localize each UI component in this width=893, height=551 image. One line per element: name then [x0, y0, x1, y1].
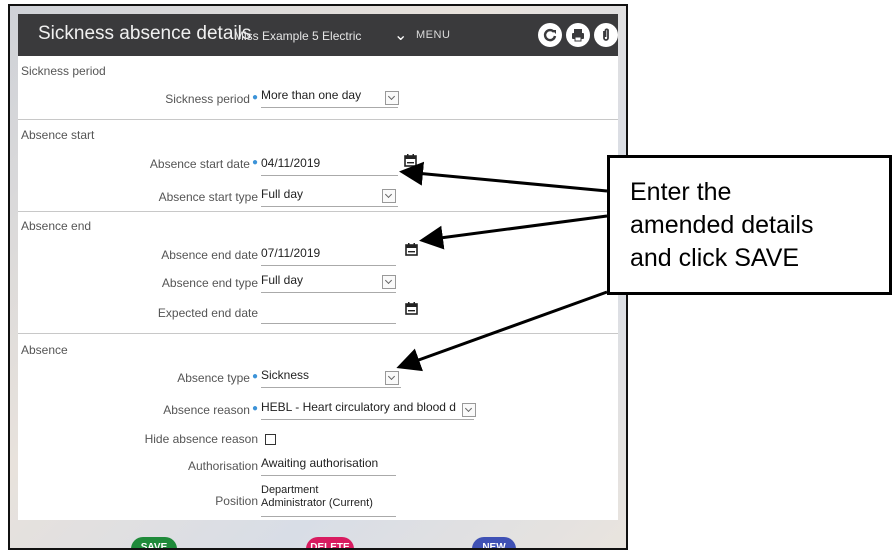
expected-end-date-label: Expected end date	[157, 306, 258, 320]
absence-type-label: Absence type ●	[177, 371, 258, 385]
new-button[interactable]: NEW	[472, 537, 516, 548]
absence-end-type-dropdown-icon[interactable]	[382, 275, 396, 289]
absence-end-type-label: Absence end type	[161, 276, 258, 290]
absence-start-type-value: Full day	[261, 187, 304, 201]
absence-start-date-input[interactable]: 04/11/2019	[261, 156, 398, 176]
absence-start-date-label: Absence start date ●	[149, 157, 258, 171]
calendar-icon[interactable]	[405, 243, 418, 256]
divider	[18, 119, 618, 120]
authorisation-label: Authorisation	[187, 459, 258, 473]
absence-type-select[interactable]: Sickness	[261, 368, 401, 388]
delete-button[interactable]: DELETE	[306, 537, 354, 548]
employee-name: Miss Example 5 Electric	[234, 29, 362, 43]
position-field: Department Administrator (Current)	[261, 484, 396, 517]
calendar-icon[interactable]	[404, 154, 417, 167]
position-line-1: Department	[261, 484, 319, 496]
absence-end-date-input[interactable]: 07/11/2019	[261, 246, 396, 266]
authorisation-field: Awaiting authorisation	[261, 456, 396, 476]
callout-text: Enter the amended details and click SAVE	[630, 178, 814, 272]
sickness-period-label: Sickness period ●	[165, 92, 258, 106]
absence-reason-label: Absence reason ●	[163, 403, 258, 417]
hide-absence-reason-checkbox[interactable]	[265, 434, 276, 445]
instruction-callout: Enter the amended details and click SAVE	[607, 155, 892, 295]
absence-type-value: Sickness	[261, 368, 310, 382]
absence-type-dropdown-icon[interactable]	[385, 371, 399, 385]
save-button[interactable]: SAVE	[131, 537, 177, 548]
refresh-icon[interactable]	[538, 23, 562, 47]
calendar-icon[interactable]	[405, 302, 418, 315]
title-bar: Sickness absence details Miss Example 5 …	[18, 14, 618, 56]
absence-reason-select[interactable]: HEBL - Heart circulatory and blood d	[261, 400, 474, 420]
absence-end-date-value: 07/11/2019	[261, 246, 321, 260]
absence-start-type-label: Absence start type	[158, 190, 258, 204]
absence-start-type-dropdown-icon[interactable]	[382, 189, 396, 203]
absence-reason-value: HEBL - Heart circulatory and blood d	[261, 400, 456, 414]
absence-start-date-value: 04/11/2019	[261, 156, 321, 170]
page-title: Sickness absence details	[38, 23, 252, 44]
section-heading-sickness-period: Sickness period	[21, 64, 106, 78]
section-heading-absence-end: Absence end	[21, 219, 92, 233]
sickness-period-value: More than one day	[261, 88, 362, 102]
absence-start-type-select[interactable]: Full day	[261, 187, 398, 207]
absence-end-type-value: Full day	[261, 273, 304, 287]
authorisation-value: Awaiting authorisation	[261, 456, 379, 470]
app-window: Sickness absence details Miss Example 5 …	[8, 4, 628, 550]
absence-end-date-label: Absence end date	[161, 248, 258, 262]
sickness-period-dropdown-icon[interactable]	[385, 91, 399, 105]
position-line-2: Administrator (Current)	[261, 497, 373, 509]
details-form: Sickness period Sickness period ● More th…	[18, 56, 618, 520]
divider	[18, 333, 618, 334]
sickness-period-select[interactable]: More than one day	[261, 88, 398, 108]
position-label: Position	[215, 494, 258, 508]
absence-end-type-select[interactable]: Full day	[261, 273, 396, 293]
section-heading-absence: Absence	[21, 343, 68, 357]
hide-absence-reason-label: Hide absence reason	[144, 432, 258, 446]
expected-end-date-input[interactable]	[261, 304, 396, 324]
chevron-down-icon[interactable]: ⌄	[394, 25, 407, 45]
print-icon[interactable]	[566, 23, 590, 47]
menu-button[interactable]: MENU	[416, 29, 450, 41]
divider	[18, 211, 618, 212]
absence-reason-dropdown-icon[interactable]	[462, 403, 476, 417]
attachment-icon[interactable]	[594, 23, 618, 47]
section-heading-absence-start: Absence start	[21, 128, 95, 142]
